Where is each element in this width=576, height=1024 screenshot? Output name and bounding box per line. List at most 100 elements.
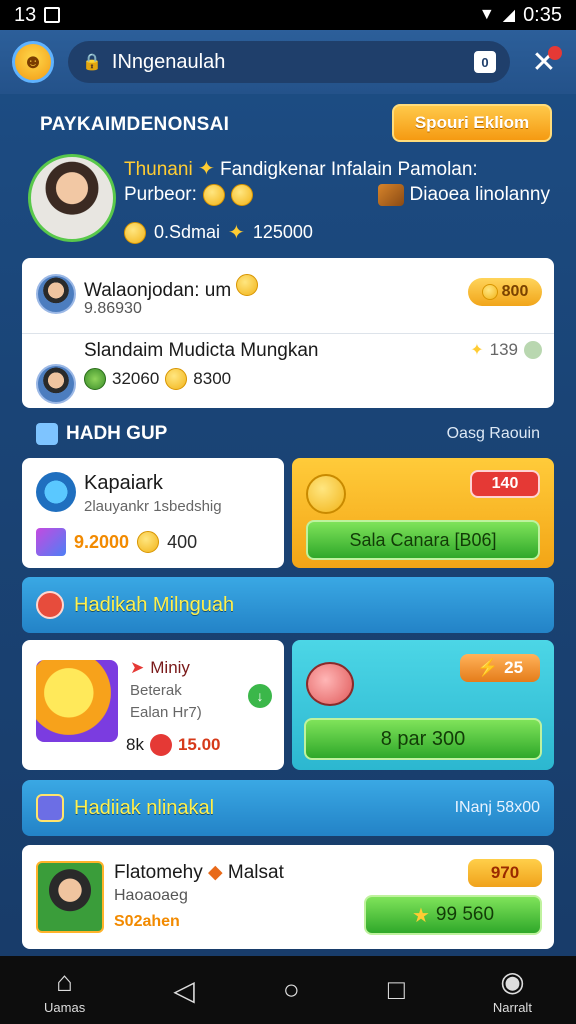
coin-icon xyxy=(202,184,225,206)
browser-toolbar: ☻ 🔒 INngenaulah 0 ✕ xyxy=(0,30,576,94)
bottom-sub1: Haoaoaeg xyxy=(114,887,188,904)
coin-icon xyxy=(165,368,188,390)
section-title: HADH GUP xyxy=(66,423,168,444)
reward-sub2: Ealan Hr7) xyxy=(130,704,202,721)
bottom-badge: 970 xyxy=(468,859,542,887)
bottom-button[interactable]: ★ 99 560 xyxy=(364,895,542,935)
red-coin-icon xyxy=(149,734,172,756)
list-item[interactable]: Slandaim Mudicta Mungkan 32060 8300 ✦ 13… xyxy=(22,334,554,406)
home-icon: ⌂ xyxy=(56,965,74,997)
list-item-title: Slandaim Mudicta Mungkan xyxy=(84,340,319,361)
profile-avatar[interactable] xyxy=(28,154,116,242)
notification-bell-icon[interactable]: ✕ xyxy=(524,42,564,82)
star-icon: ★ xyxy=(411,904,430,927)
promo-button[interactable]: Sala Canara [B06] xyxy=(306,520,540,560)
coin-icon xyxy=(230,184,253,206)
profile-line2-right-text: Diaoea linolanny xyxy=(409,184,551,205)
check-icon xyxy=(524,341,542,359)
fish-icon xyxy=(306,662,354,706)
profile-action-button[interactable]: Spouri Ekliom xyxy=(392,104,552,142)
list-item[interactable]: Walaonjodan: um 9.86930 800 xyxy=(22,262,554,334)
banner-title: Hadikah Milnguah xyxy=(74,593,235,616)
coin-icon xyxy=(137,531,160,553)
heart-icon xyxy=(36,591,64,619)
game-price: 9.2000 xyxy=(74,531,130,552)
section-header-gup: HADH GUP Oasg Raouin xyxy=(22,414,554,454)
profile-panel: PAYKAIMDENONSAI Spouri Ekliom Thunani ✦ … xyxy=(22,100,554,250)
star-icon: ✦ xyxy=(228,222,245,244)
list-item-title: Walaonjodan: um xyxy=(84,274,259,302)
teal-offer-card: ⚡ 25 8 par 300 xyxy=(292,640,554,770)
download-icon[interactable]: ↓ xyxy=(248,684,272,708)
box-icon xyxy=(36,423,58,445)
gift-icon xyxy=(36,528,66,556)
wifi-icon: ▼ xyxy=(478,6,495,23)
avatar xyxy=(36,364,76,404)
leaderboard-card: Walaonjodan: um 9.86930 800 Slandaim Mud… xyxy=(22,258,554,408)
promo-badge: 140 xyxy=(470,470,540,498)
profile-line1: Thunani ✦ Fandigkenar Infalain Pamolan: xyxy=(124,156,478,181)
section-link[interactable]: Oasg Raouin xyxy=(447,425,540,443)
avatar xyxy=(36,274,76,314)
game-card[interactable]: Kapaiark 2lauyankr 1sbedshig 9.2000 400 xyxy=(22,458,284,568)
bolt-icon: ⚡ xyxy=(476,658,499,677)
reward-price: 8k 15.00 xyxy=(126,734,221,756)
game-price-b: 400 xyxy=(167,531,198,552)
banner-title: Hadiiak nlinakal xyxy=(74,796,215,819)
profile-line2-text: Purbeor: xyxy=(124,184,197,205)
reward-card[interactable]: ➤ Miniy Beterak Ealan Hr7) 8k 15.00 ↓ xyxy=(22,640,284,770)
alert-dot xyxy=(548,46,562,60)
offer-button[interactable]: 8 par 300 xyxy=(304,718,542,760)
url-bar[interactable]: 🔒 INngenaulah 0 xyxy=(68,41,510,83)
sun-icon xyxy=(36,660,118,742)
bottom-card[interactable]: Flatomehy ◆ Malsat Haoaoaeg S02ahen 970 … xyxy=(22,845,554,949)
offer-badge: ⚡ 25 xyxy=(460,654,540,682)
game-title: Kapaiark xyxy=(84,472,163,494)
nav-profile[interactable]: ◉ Narralt xyxy=(493,965,532,1015)
trophy-icon xyxy=(36,794,64,822)
recents-icon[interactable]: □ xyxy=(388,974,405,1006)
avatar xyxy=(36,861,104,933)
status-bar: 13 ▼ ◢ 0:35 xyxy=(0,0,576,30)
signal-icon: ◢ xyxy=(502,7,516,24)
profile-line2: Purbeor: xyxy=(124,184,253,206)
star-icon: ✦ xyxy=(470,342,484,359)
rocket-icon: ➤ xyxy=(130,658,145,677)
back-icon[interactable]: ◁ xyxy=(173,974,195,1007)
bottom-sub2: S02ahen xyxy=(114,913,180,930)
status-time-left: 13 xyxy=(14,3,37,26)
coin-icon xyxy=(236,274,259,296)
profile-line2-right: Diaoea linolanny xyxy=(377,184,551,206)
banner-daily[interactable]: Hadiiak nlinakal INanj 58x00 xyxy=(22,780,554,836)
game-icon xyxy=(36,472,76,512)
promo-card: 140 Sala Canara [B06] xyxy=(292,458,554,568)
profile-title: PAYKAIMDENONSAI xyxy=(40,114,230,135)
status-time-right: 0:35 xyxy=(523,3,562,26)
game-price-row: 9.2000 400 xyxy=(36,528,197,556)
tab-count-icon[interactable]: 0 xyxy=(474,51,496,73)
profile-line3: 0.Sdmai ✦ 125000 xyxy=(124,220,313,245)
coin-badge[interactable]: 800 xyxy=(468,278,542,306)
url-text: INngenaulah xyxy=(111,50,226,73)
app-logo-icon[interactable]: ☻ xyxy=(12,41,54,83)
banner-right-text: INanj 58x00 xyxy=(454,799,540,816)
lock-icon: 🔒 xyxy=(82,54,102,71)
profile-icon: ◉ xyxy=(500,966,525,997)
reward-sub1: Beterak xyxy=(130,682,182,699)
notification-icon xyxy=(44,7,61,23)
profile-name: Thunani xyxy=(124,159,193,180)
coin-badge-value: 800 xyxy=(501,283,529,300)
coin-icon xyxy=(481,284,498,300)
chest-icon xyxy=(377,184,404,206)
list-item-score: ✦ 139 xyxy=(470,340,542,360)
nav-home[interactable]: ⌂ Uamas xyxy=(44,966,85,1015)
banner-weekly[interactable]: Hadikah Milnguah xyxy=(22,577,554,633)
home-circle-icon[interactable]: ○ xyxy=(283,974,300,1006)
frog-icon xyxy=(84,368,106,390)
bottom-title: Flatomehy ◆ Malsat xyxy=(114,862,284,883)
tag-icon: ◆ xyxy=(207,862,223,883)
game-sub: 2lauyankr 1sbedshig xyxy=(84,498,222,515)
nav-bar: ⌂ Uamas ◁ ○ □ ◉ Narralt xyxy=(0,956,576,1024)
profile-line1-text: Fandigkenar Infalain Pamolan: xyxy=(220,159,478,180)
profile-line3-a: 0.Sdmai xyxy=(154,222,221,242)
